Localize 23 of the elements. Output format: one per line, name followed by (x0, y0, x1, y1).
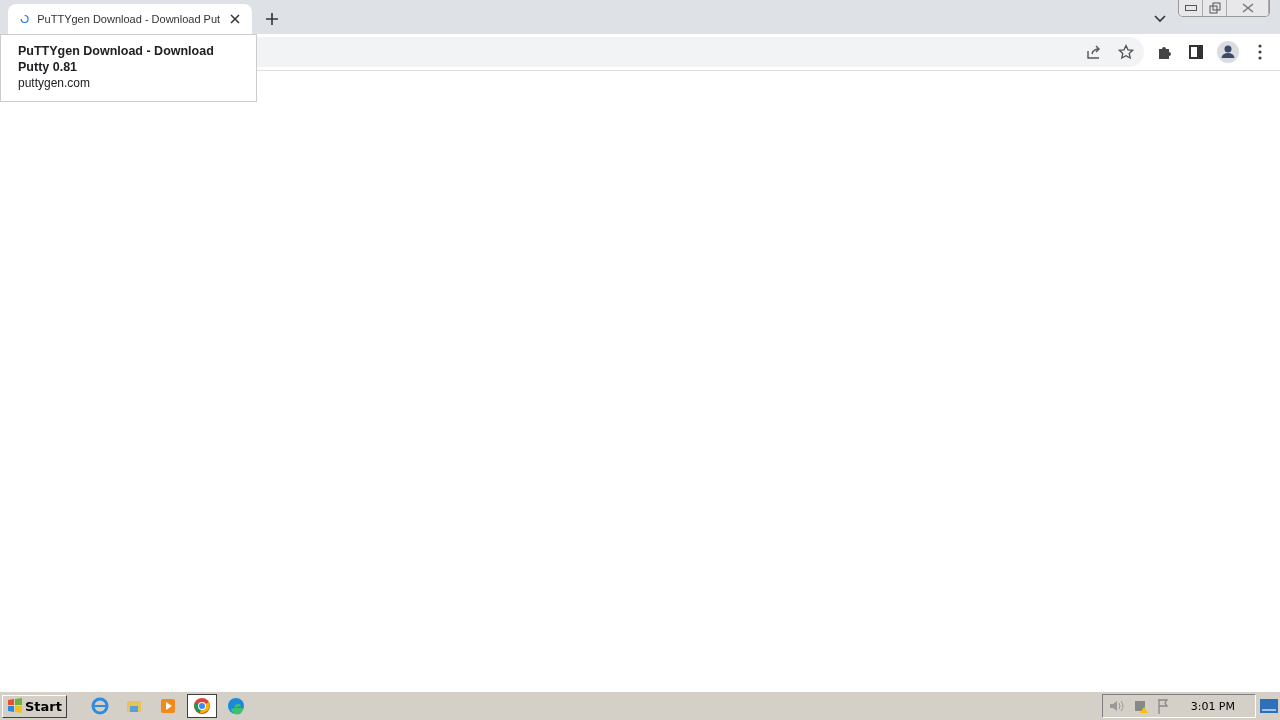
globe-icon (91, 697, 109, 715)
restore-icon (1208, 2, 1221, 14)
close-icon (230, 14, 241, 24)
close-icon (1241, 3, 1254, 13)
chrome-icon (193, 697, 211, 715)
windows-logo-icon (7, 698, 23, 714)
network-warning-icon[interactable] (1132, 698, 1149, 714)
edge-icon (227, 697, 245, 715)
clock: 3:01 PM (1190, 699, 1235, 713)
minimize-icon (1184, 5, 1197, 11)
profile-avatar-icon[interactable] (1216, 40, 1240, 64)
tooltip-title: PuTTYgen Download - Download Putty 0.81 (18, 43, 215, 75)
start-button[interactable]: Start (2, 694, 67, 718)
taskbar-app-button[interactable] (187, 694, 217, 718)
show-desktop-icon[interactable] (1260, 699, 1278, 713)
tab-title: PuTTYgen Download - Download Put (37, 13, 221, 25)
browser-tab[interactable]: PuTTYgen Download - Download Put (8, 4, 252, 34)
play-icon (159, 697, 177, 715)
tooltip-url: puttygen.com (18, 75, 92, 91)
plus-icon (265, 12, 279, 26)
close-button[interactable] (1227, 0, 1269, 16)
minimize-button[interactable] (1179, 0, 1203, 16)
restore-button[interactable] (1203, 0, 1227, 16)
